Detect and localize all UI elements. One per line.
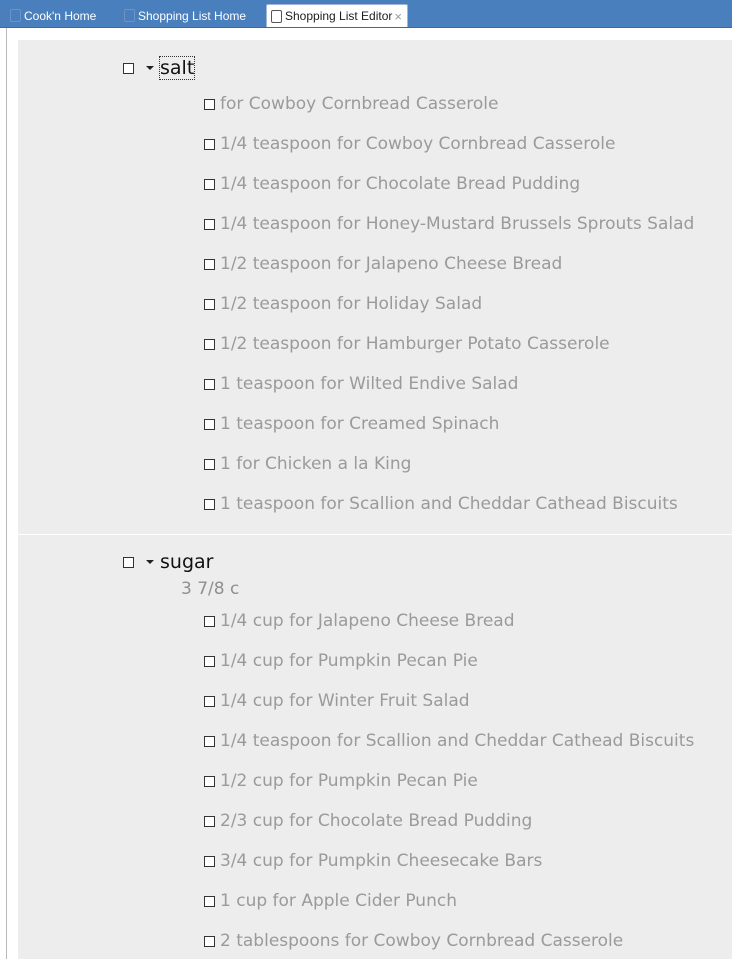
- group-checkbox[interactable]: [123, 62, 134, 74]
- item-text: 1/4 teaspoon for Chocolate Bread Pudding: [220, 174, 581, 194]
- list-item[interactable]: 1/2 teaspoon for Hamburger Potato Casser…: [204, 332, 610, 356]
- group-name[interactable]: salt: [158, 56, 196, 80]
- item-text: 3/4 cup for Pumpkin Cheesecake Bars: [220, 851, 543, 871]
- item-text: 2 tablespoons for Cowboy Cornbread Casse…: [220, 931, 624, 951]
- item-text: 1 teaspoon for Creamed Spinach: [220, 414, 500, 434]
- item-checkbox[interactable]: [204, 615, 215, 627]
- item-checkbox[interactable]: [204, 695, 215, 707]
- list-item[interactable]: 2/3 cup for Chocolate Bread Pudding: [204, 809, 532, 833]
- item-text: for Cowboy Cornbread Casserole: [220, 94, 499, 114]
- item-text: 1 cup for Apple Cider Punch: [220, 891, 457, 911]
- item-text: 1/4 teaspoon for Honey-Mustard Brussels …: [220, 214, 695, 234]
- item-checkbox[interactable]: [204, 218, 215, 230]
- list-item[interactable]: 3/4 cup for Pumpkin Cheesecake Bars: [204, 849, 542, 873]
- item-checkbox[interactable]: [204, 378, 215, 390]
- item-text: 1/2 cup for Pumpkin Pecan Pie: [220, 771, 478, 791]
- item-checkbox[interactable]: [204, 935, 215, 947]
- close-icon[interactable]: ×: [394, 9, 402, 24]
- item-text: 1/4 cup for Pumpkin Pecan Pie: [220, 651, 478, 671]
- item-checkbox[interactable]: [204, 258, 215, 270]
- item-text: 1/2 teaspoon for Holiday Salad: [220, 294, 483, 314]
- group-checkbox[interactable]: [123, 556, 134, 568]
- list-item[interactable]: 1/2 teaspoon for Jalapeno Cheese Bread: [204, 252, 562, 276]
- item-checkbox[interactable]: [204, 338, 215, 350]
- item-checkbox[interactable]: [204, 775, 215, 787]
- collapse-caret-icon[interactable]: [146, 560, 154, 564]
- group-header-salt: salt: [123, 56, 196, 80]
- item-text: 1/4 cup for Jalapeno Cheese Bread: [220, 611, 515, 631]
- list-item[interactable]: 1 teaspoon for Scallion and Cheddar Cath…: [204, 492, 678, 516]
- item-text: 1/4 cup for Winter Fruit Salad: [220, 691, 470, 711]
- list-item[interactable]: 1 cup for Apple Cider Punch: [204, 889, 457, 913]
- list-item[interactable]: 1 teaspoon for Wilted Endive Salad: [204, 372, 518, 396]
- item-checkbox[interactable]: [204, 418, 215, 430]
- list-item[interactable]: 1/4 cup for Winter Fruit Salad: [204, 689, 470, 713]
- list-item[interactable]: 1 for Chicken a la King: [204, 452, 411, 476]
- item-text: 1/2 teaspoon for Jalapeno Cheese Bread: [220, 254, 563, 274]
- list-item[interactable]: 1/4 teaspoon for Chocolate Bread Pudding: [204, 172, 580, 196]
- list-item[interactable]: 1/4 cup for Pumpkin Pecan Pie: [204, 649, 478, 673]
- item-text: 1/4 teaspoon for Scallion and Cheddar Ca…: [220, 731, 695, 751]
- group-total-amount: 3 7/8 c: [181, 579, 240, 599]
- list-item[interactable]: 1/4 teaspoon for Scallion and Cheddar Ca…: [204, 729, 694, 753]
- group-header-sugar: sugar: [123, 550, 213, 574]
- item-checkbox[interactable]: [204, 298, 215, 310]
- item-checkbox[interactable]: [204, 138, 215, 150]
- tab-label: Cook'n Home: [24, 8, 97, 23]
- frame-left-border: [6, 28, 7, 959]
- list-item[interactable]: for Cowboy Cornbread Casserole: [204, 92, 498, 116]
- list-item[interactable]: 1 teaspoon for Creamed Spinach: [204, 412, 499, 436]
- tab-label: Shopping List Editor: [285, 9, 393, 23]
- item-text: 1/4 teaspoon for Cowboy Cornbread Casser…: [220, 134, 616, 154]
- list-item[interactable]: 1/4 teaspoon for Honey-Mustard Brussels …: [204, 212, 694, 236]
- list-item[interactable]: 1/4 cup for Jalapeno Cheese Bread: [204, 609, 515, 633]
- item-checkbox[interactable]: [204, 458, 215, 470]
- item-checkbox[interactable]: [204, 855, 215, 867]
- tab-shopping-list-editor[interactable]: Shopping List Editor ×: [266, 4, 408, 27]
- item-checkbox[interactable]: [204, 498, 215, 510]
- item-checkbox[interactable]: [204, 815, 215, 827]
- item-text: 1 teaspoon for Scallion and Cheddar Cath…: [220, 494, 678, 514]
- item-checkbox[interactable]: [204, 178, 215, 190]
- collapse-caret-icon[interactable]: [146, 66, 154, 70]
- item-text: 1/2 teaspoon for Hamburger Potato Casser…: [220, 334, 610, 354]
- item-text: 1 for Chicken a la King: [220, 454, 412, 474]
- tab-label: Shopping List Home: [138, 8, 247, 23]
- item-checkbox[interactable]: [204, 98, 215, 110]
- item-checkbox[interactable]: [204, 735, 215, 747]
- item-text: 1 teaspoon for Wilted Endive Salad: [220, 374, 519, 394]
- document-icon: [271, 9, 282, 23]
- list-item[interactable]: 1/4 teaspoon for Cowboy Cornbread Casser…: [204, 132, 615, 156]
- home-icon: [10, 9, 21, 22]
- list-icon: [124, 9, 135, 22]
- item-text: 2/3 cup for Chocolate Bread Pudding: [220, 811, 533, 831]
- item-checkbox[interactable]: [204, 895, 215, 907]
- list-item[interactable]: 2 tablespoons for Cowboy Cornbread Casse…: [204, 929, 623, 953]
- item-checkbox[interactable]: [204, 655, 215, 667]
- list-item[interactable]: 1/2 cup for Pumpkin Pecan Pie: [204, 769, 478, 793]
- group-name[interactable]: sugar: [160, 551, 213, 573]
- list-item[interactable]: 1/2 teaspoon for Holiday Salad: [204, 292, 482, 316]
- tab-bar: Cook'n Home Shopping List Home Shopping …: [0, 0, 732, 28]
- tab-cookn-home[interactable]: Cook'n Home: [10, 4, 96, 27]
- tab-shopping-list-home[interactable]: Shopping List Home: [124, 4, 246, 27]
